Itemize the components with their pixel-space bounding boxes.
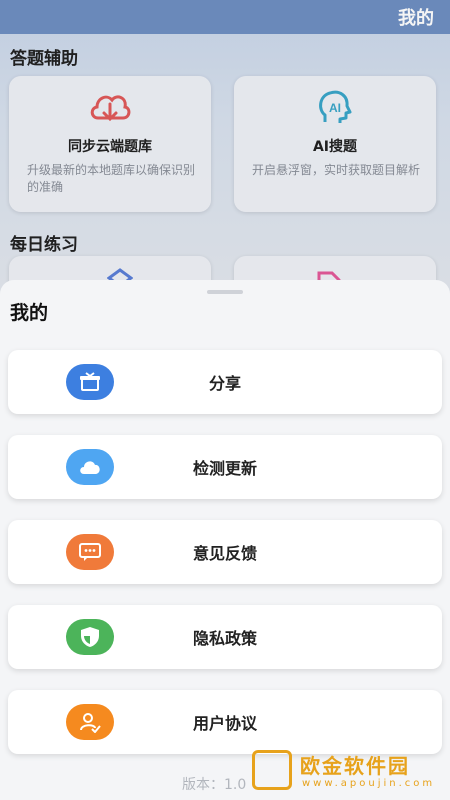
menu-item-privacy[interactable]: 隐私政策 xyxy=(8,605,442,669)
dim-overlay xyxy=(0,0,450,300)
watermark-logo-icon xyxy=(252,750,292,790)
version-text: 版本：1.0 xyxy=(182,777,247,793)
menu-label: 意见反馈 xyxy=(192,544,257,563)
watermark-text: 欧金软件园 xyxy=(300,754,410,778)
menu-label: 隐私政策 xyxy=(192,629,257,648)
menu-label: 分享 xyxy=(208,374,241,393)
watermark-url: www.apoujin.com xyxy=(302,778,436,789)
menu-item-share[interactable]: 分享 xyxy=(8,350,442,414)
menu-item-check-update[interactable]: 检测更新 xyxy=(8,435,442,499)
menu-label: 用户协议 xyxy=(192,714,257,733)
menu-item-feedback[interactable]: 意见反馈 xyxy=(8,520,442,584)
drag-handle[interactable] xyxy=(207,290,243,294)
watermark: 欧金软件园 www.apoujin.com xyxy=(250,748,446,794)
menu-item-user-agreement[interactable]: 用户协议 xyxy=(8,690,442,754)
sheet-title: 我的 xyxy=(10,302,49,324)
menu-label: 检测更新 xyxy=(192,459,257,478)
